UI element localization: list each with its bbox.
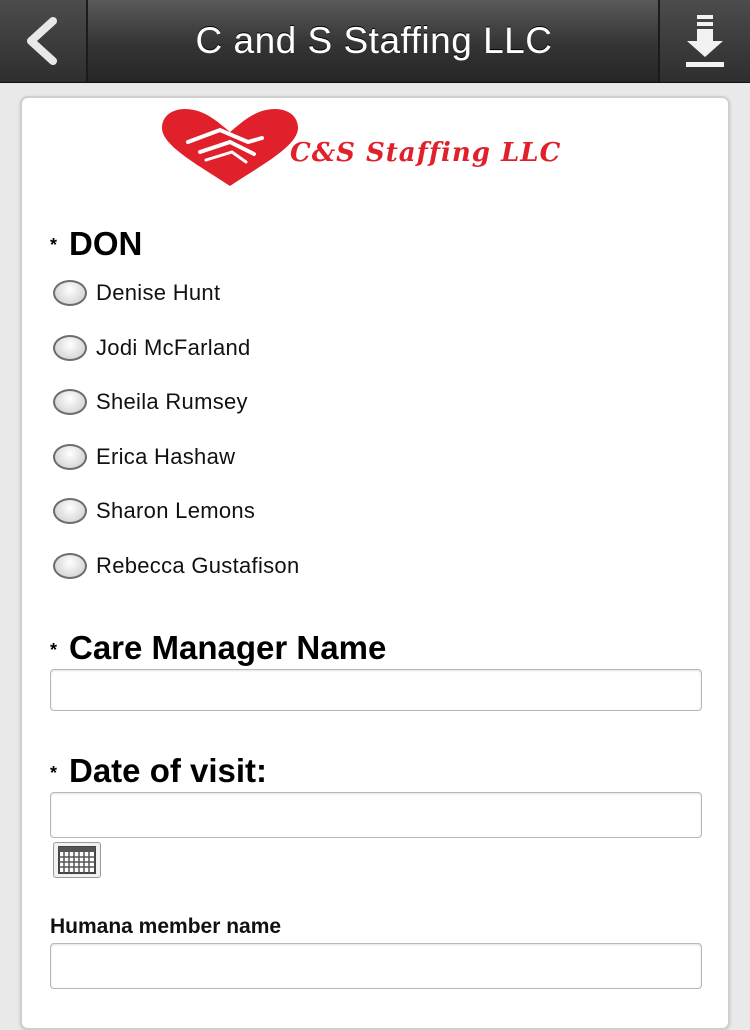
radio-option-sheila-rumsey[interactable]: Sheila Rumsey	[53, 387, 248, 417]
radio-label: Rebecca Gustafison	[96, 553, 300, 578]
care-manager-input[interactable]	[50, 669, 702, 711]
calendar-icon	[58, 846, 96, 874]
radio-button[interactable]	[53, 498, 87, 524]
radio-button[interactable]	[53, 389, 87, 415]
required-mark: *	[50, 763, 58, 783]
radio-button[interactable]	[53, 444, 87, 470]
download-icon	[686, 15, 724, 67]
download-button[interactable]	[658, 0, 750, 82]
radio-label: Sheila Rumsey	[96, 389, 248, 414]
date-of-visit-label: Date of visit:	[69, 752, 268, 789]
radio-option-sharon-lemons[interactable]: Sharon Lemons	[53, 496, 255, 526]
date-of-visit-input[interactable]	[50, 792, 702, 838]
care-manager-label: Care Manager Name	[69, 629, 387, 666]
radio-option-erica-hashaw[interactable]: Erica Hashaw	[53, 442, 235, 472]
don-label: DON	[69, 225, 143, 262]
radio-option-denise-hunt[interactable]: Denise Hunt	[53, 278, 220, 308]
page-title: C and S Staffing LLC	[195, 20, 553, 61]
radio-label: Erica Hashaw	[96, 444, 236, 469]
radio-button[interactable]	[53, 280, 87, 306]
radio-option-rebecca-gustafison[interactable]: Rebecca Gustafison	[53, 551, 300, 581]
humana-member-label: Humana member name	[50, 915, 282, 938]
humana-member-input[interactable]	[50, 943, 702, 989]
radio-label: Jodi McFarland	[96, 335, 251, 360]
chevron-left-icon	[27, 17, 57, 65]
required-mark: *	[50, 235, 58, 255]
required-mark: *	[50, 640, 58, 660]
radio-option-jodi-mcfarland[interactable]: Jodi McFarland	[53, 333, 251, 363]
logo-text: C&S Staffing LLC	[290, 138, 562, 168]
calendar-button[interactable]	[53, 842, 101, 878]
radio-label: Sharon Lemons	[96, 498, 256, 523]
radio-label: Denise Hunt	[96, 280, 221, 305]
radio-button[interactable]	[53, 553, 87, 579]
back-button[interactable]	[0, 0, 88, 82]
radio-button[interactable]	[53, 335, 87, 361]
app-header: C and S Staffing LLC	[0, 0, 750, 83]
